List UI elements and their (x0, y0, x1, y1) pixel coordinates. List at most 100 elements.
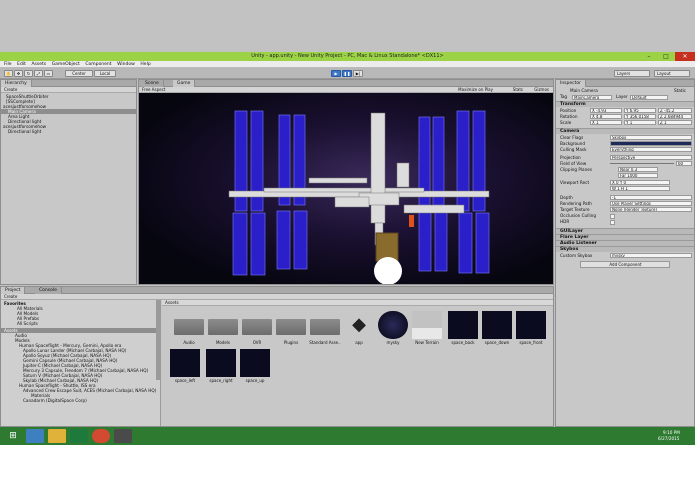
game-view-render[interactable] (139, 93, 554, 285)
tree-scrollbar[interactable] (156, 300, 160, 380)
layers-dropdown[interactable]: Layers (614, 70, 650, 77)
menu-window[interactable]: Window (117, 61, 135, 68)
menu-help[interactable]: Help (140, 61, 150, 68)
menu-gameobject[interactable]: GameObject (52, 61, 80, 68)
projection-dropdown[interactable]: Perspective (610, 155, 692, 160)
hierarchy-item[interactable]: Directional light (1, 129, 136, 134)
asset-item[interactable]: space_front (516, 311, 546, 347)
near-clip-field[interactable]: Near 0.3 (618, 167, 658, 172)
asset-item[interactable]: Models (208, 311, 238, 347)
menu-assets[interactable]: Assets (31, 61, 46, 68)
play-button[interactable]: ▶ (331, 70, 341, 77)
menu-component[interactable]: Component (85, 61, 111, 68)
object-name[interactable]: Main Camera (570, 88, 598, 93)
layout-dropdown[interactable]: Layout (654, 70, 690, 77)
space-toggle[interactable]: Local (94, 70, 116, 77)
inspector-tab[interactable]: Inspector (556, 80, 586, 87)
target-texture-field[interactable]: None (Render Texture) (610, 207, 692, 212)
asset-item[interactable]: space_left (170, 349, 200, 385)
camera-header[interactable]: Camera (556, 128, 694, 134)
camera-prop-label: Field of View (560, 161, 587, 166)
clock-time[interactable]: 9:10 PM (663, 430, 680, 435)
position-label: Position (560, 108, 577, 113)
viewport-xy[interactable]: X 0 Y 0 (610, 180, 670, 185)
static-checkbox[interactable]: Static (674, 88, 686, 93)
step-button[interactable]: ▶| (353, 70, 363, 77)
pause-button[interactable]: ❚❚ (342, 70, 352, 77)
scene-tab[interactable]: Scene (141, 80, 164, 87)
rotate-tool-button[interactable]: ↻ (24, 70, 33, 77)
menu-file[interactable]: File (4, 61, 12, 68)
asset-item[interactable]: ◆ app (344, 311, 374, 347)
occlusion-checkbox[interactable] (610, 214, 615, 219)
asset-item[interactable]: space_down (482, 311, 512, 347)
fov-slider[interactable] (610, 163, 674, 164)
scale-y[interactable]: Y 1 (624, 120, 656, 125)
background-color-swatch[interactable] (610, 141, 692, 146)
rotation-x[interactable]: X 4.8 (590, 114, 622, 119)
culling-mask-dropdown[interactable]: Everything (610, 147, 692, 152)
inspector-panel: Inspector Main Camera Static Tag MainCam… (555, 79, 695, 427)
add-component-button[interactable]: Add Component (580, 261, 670, 268)
chrome-icon[interactable] (92, 429, 110, 443)
ie-icon[interactable] (26, 429, 44, 443)
clear-flags-dropdown[interactable]: Skybox (610, 135, 692, 140)
minimize-button[interactable]: – (641, 52, 657, 61)
toolbar: ✋ ✥ ↻ ⤢ ▭ Center Local ▶ ❚❚ ▶| Layers La… (0, 68, 695, 79)
hand-tool-button[interactable]: ✋ (4, 70, 13, 77)
asset-item[interactable]: Standard Asse.. (309, 311, 341, 347)
texture-thumbnail (516, 311, 546, 339)
asset-item[interactable]: space_right (206, 349, 236, 385)
game-tab[interactable]: Game (173, 80, 196, 87)
viewport-wh[interactable]: W 1 H 1 (610, 186, 670, 191)
skybox-header[interactable]: Skybox (556, 246, 694, 252)
clock-date[interactable]: 6/27/2015 (658, 436, 679, 441)
menu-edit[interactable]: Edit (17, 61, 26, 68)
unity-icon[interactable] (114, 429, 132, 443)
rect-tool-button[interactable]: ▭ (44, 70, 53, 77)
asset-item[interactable]: Plugins (276, 311, 306, 347)
asset-item[interactable]: space_up (240, 349, 270, 385)
custom-skybox-field[interactable]: mysky (610, 253, 692, 258)
hierarchy-tab[interactable]: Hierarchy (1, 80, 32, 87)
favorite-item[interactable]: All Scripts (1, 321, 160, 326)
asset-item[interactable]: Audio (174, 311, 204, 347)
rotation-y[interactable]: Y 356.0158 (624, 114, 656, 119)
asset-breadcrumb[interactable]: Assets (165, 300, 179, 305)
move-tool-button[interactable]: ✥ (14, 70, 23, 77)
tag-label: Tag (560, 94, 568, 99)
maximize-button[interactable]: □ (658, 52, 674, 61)
camera-prop-label: Clear Flags (560, 135, 584, 140)
aspect-dropdown[interactable]: Free Aspect (142, 87, 165, 92)
layer-dropdown[interactable]: Default (630, 95, 668, 100)
asset-item[interactable]: space_back (448, 311, 478, 347)
close-button[interactable]: ✕ (675, 52, 695, 61)
scale-x[interactable]: X 1 (590, 120, 622, 125)
scale-tool-button[interactable]: ⤢ (34, 70, 43, 77)
windows-start-icon[interactable]: ⊞ (4, 429, 22, 443)
asset-item[interactable]: New Terrain (412, 311, 442, 347)
scale-z[interactable]: Z 1 (658, 120, 692, 125)
depth-field[interactable]: -1 (610, 195, 692, 200)
pivot-toggle[interactable]: Center (65, 70, 93, 77)
tag-dropdown[interactable]: MainCamera (572, 95, 612, 100)
excel-icon[interactable] (70, 429, 88, 443)
project-create-button[interactable]: Create (4, 294, 17, 299)
tree-item[interactable]: Canadarm (DigitalSpace Corp) (1, 398, 160, 403)
console-tab[interactable]: Console (35, 287, 62, 294)
hdr-checkbox[interactable] (610, 220, 615, 225)
fov-value[interactable]: 60 (676, 161, 692, 166)
position-y[interactable]: Y 6.95 (624, 108, 656, 113)
far-clip-field[interactable]: Far 1000 (618, 173, 658, 178)
project-tab[interactable]: Project (1, 287, 26, 294)
transform-header[interactable]: Transform (556, 101, 694, 107)
hierarchy-create-button[interactable]: Create (4, 87, 17, 92)
asset-item[interactable]: OVR (242, 311, 272, 347)
rotation-z[interactable]: Z 2.684944 (658, 114, 692, 119)
position-x[interactable]: X -4.93 (590, 108, 622, 113)
rendering-path-dropdown[interactable]: Use Player Settings (610, 201, 692, 206)
file-explorer-icon[interactable] (48, 429, 66, 443)
texture-thumbnail (170, 349, 200, 377)
position-z[interactable]: Z -45.2 (658, 108, 692, 113)
asset-item[interactable]: mysky (378, 311, 408, 347)
